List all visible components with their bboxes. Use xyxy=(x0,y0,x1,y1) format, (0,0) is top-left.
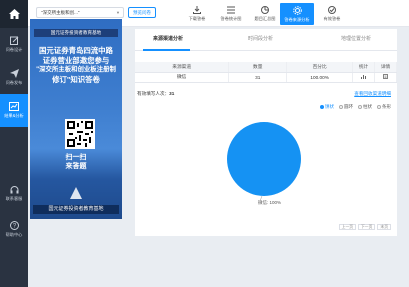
pie-icon xyxy=(261,6,269,14)
pie-slice[interactable] xyxy=(227,122,301,196)
col-header: 数量 xyxy=(228,62,288,73)
chart-type-column[interactable]: 柱状 xyxy=(358,104,372,110)
poster-headline-line: 证券营业部邀您参与 xyxy=(42,55,110,65)
tool-label: 有效答卷 xyxy=(323,16,341,21)
col-header: 百分比 xyxy=(286,62,354,73)
chart-type-label: 柱状 xyxy=(363,104,372,109)
download-icon xyxy=(193,6,201,14)
poster-slogan-line: 来答题 xyxy=(65,163,87,170)
poster-headline: 国元证券青岛四流中路 证券营业部邀您参与 "深交所主板和创业板注册制 修订"知识… xyxy=(32,46,120,84)
valid-answers-button[interactable]: 有效答卷 xyxy=(315,3,349,25)
send-icon xyxy=(9,69,19,78)
radio-icon xyxy=(339,105,343,109)
sidebar-item-label: 联系客服 xyxy=(5,196,23,201)
poster-headline-line: 国元证券青岛四流中路 xyxy=(39,46,113,55)
pie-chart-area: 微信: 100% xyxy=(135,119,397,229)
next-page-button[interactable]: 下一页 xyxy=(358,224,376,230)
bar-chart-icon xyxy=(361,75,367,79)
poster-headline-line: "深交所主板和创业板注册制 xyxy=(36,66,116,73)
tool-label: 题目汇总图 xyxy=(254,16,276,21)
tool-label: 下载答卷 xyxy=(188,16,206,21)
sidebar-item-help[interactable]: ? 帮助中心 xyxy=(0,221,28,238)
chart-type-switcher: 饼状 圆环 柱状 条形 xyxy=(320,104,391,110)
sidebar-item-design[interactable]: 问卷设计 xyxy=(0,28,28,61)
survey-poster: 国元证券投资者教育基地 国元证券青岛四流中路 证券营业部邀您参与 "深交所主板和… xyxy=(30,19,122,219)
radio-icon xyxy=(377,105,381,109)
radio-icon xyxy=(320,105,324,109)
col-header: 详情 xyxy=(374,62,397,73)
chart-type-donut[interactable]: 圆环 xyxy=(339,104,353,110)
count-cell: 31 xyxy=(228,72,288,83)
sidebar-item-results[interactable]: 结果&分析 xyxy=(0,94,28,127)
chart-type-label: 圆环 xyxy=(344,104,353,109)
poster-slogan-line: 扫一扫 xyxy=(65,154,87,161)
tab-location[interactable]: 地理位置分析 xyxy=(341,35,371,42)
col-header: 来源渠道 xyxy=(135,62,230,73)
tool-label: 答卷统计图 xyxy=(220,16,242,21)
edit-icon xyxy=(9,36,18,45)
sidebar: 问卷设计 问卷发布 结果&分析 联系客服 ? 帮助中心 xyxy=(0,0,28,287)
headset-icon xyxy=(10,186,18,194)
last-page-button[interactable]: 末页 xyxy=(377,224,391,230)
analysis-tabs: 来源渠道分析 时间段分析 地理位置分析 xyxy=(135,29,397,51)
survey-select[interactable]: "深交所主板和创..." ▼ xyxy=(36,7,124,18)
help-icon: ? xyxy=(9,221,19,230)
channel-cell: 微信 xyxy=(135,72,230,83)
chevron-down-icon: ▼ xyxy=(116,10,120,15)
valid-count-text: 有效填写人次：31 xyxy=(137,91,174,97)
sidebar-item-label: 帮助中心 xyxy=(5,232,23,237)
tool-label: 答卷来源分析 xyxy=(284,16,310,22)
answer-stats-button[interactable]: 答卷统计图 xyxy=(214,3,248,25)
pie-chart: 微信: 100% xyxy=(227,122,301,206)
tab-source-channel[interactable]: 来源渠道分析 xyxy=(153,35,183,42)
sidebar-item-label: 结果&分析 xyxy=(4,113,24,118)
active-tab-underline xyxy=(143,49,190,51)
poster-org: 国元证券投资者教育基地 xyxy=(34,29,118,37)
list-icon xyxy=(227,6,235,14)
detail-cell[interactable] xyxy=(374,72,397,83)
source-table: 来源渠道 数量 百分比 统计 详情 微信 31 100.00% xyxy=(135,62,397,83)
chart-type-bar[interactable]: 条形 xyxy=(377,104,391,110)
source-analysis-button[interactable]: 答卷来源分析 xyxy=(280,3,314,25)
sidebar-item-publish[interactable]: 问卷发布 xyxy=(0,61,28,94)
analysis-panel: 来源渠道分析 时间段分析 地理位置分析 来源渠道 数量 百分比 统计 详情 微信… xyxy=(135,29,397,236)
valid-count-value: 31 xyxy=(169,91,175,96)
settings-icon xyxy=(292,5,302,15)
chart-type-pie[interactable]: 饼状 xyxy=(320,104,334,110)
poster-headline-line: 修订"知识答卷 xyxy=(52,74,100,84)
preview-button[interactable]: 预览问卷 xyxy=(128,7,156,18)
chart-type-label: 饼状 xyxy=(325,104,334,109)
pie-slice-label: 微信: 100% xyxy=(258,199,281,206)
qr-code-image xyxy=(67,121,93,147)
check-icon xyxy=(328,6,336,14)
percent-cell: 100.00% xyxy=(286,72,354,83)
sidebar-item-contact[interactable]: 联系客服 xyxy=(0,186,28,202)
home-icon xyxy=(8,9,20,19)
stats-cell[interactable] xyxy=(352,72,376,83)
download-answers-button[interactable]: 下载答卷 xyxy=(180,3,214,25)
col-header: 统计 xyxy=(352,62,376,73)
view-channel-details-link[interactable]: 查看回收渠道明细 xyxy=(354,91,391,97)
home-button[interactable] xyxy=(0,0,28,28)
table-row: 微信 31 100.00% xyxy=(135,72,397,83)
sidebar-item-label: 问卷发布 xyxy=(5,80,23,85)
question-summary-button[interactable]: 题目汇总图 xyxy=(248,3,282,25)
tab-time-period[interactable]: 时间段分析 xyxy=(248,35,273,42)
pagination: 上一页 下一页 末页 xyxy=(338,224,391,230)
radio-icon xyxy=(358,105,362,109)
poster-logo-icon xyxy=(70,187,82,199)
table-header-row: 来源渠道 数量 百分比 统计 详情 xyxy=(135,62,397,73)
poster-base-text: 国元证券投资者教育基地 xyxy=(33,205,119,214)
poster-slogan: 扫一扫 来答题 xyxy=(30,153,122,171)
qr-code xyxy=(65,119,95,149)
survey-select-value: "深交所主板和创..." xyxy=(41,10,80,15)
sidebar-item-label: 问卷设计 xyxy=(5,47,23,52)
chart-type-label: 条形 xyxy=(382,104,391,109)
prev-page-button[interactable]: 上一页 xyxy=(338,224,357,230)
chart-icon xyxy=(9,102,19,111)
document-icon xyxy=(383,74,388,79)
valid-count-label: 有效填写人次： xyxy=(137,91,170,96)
